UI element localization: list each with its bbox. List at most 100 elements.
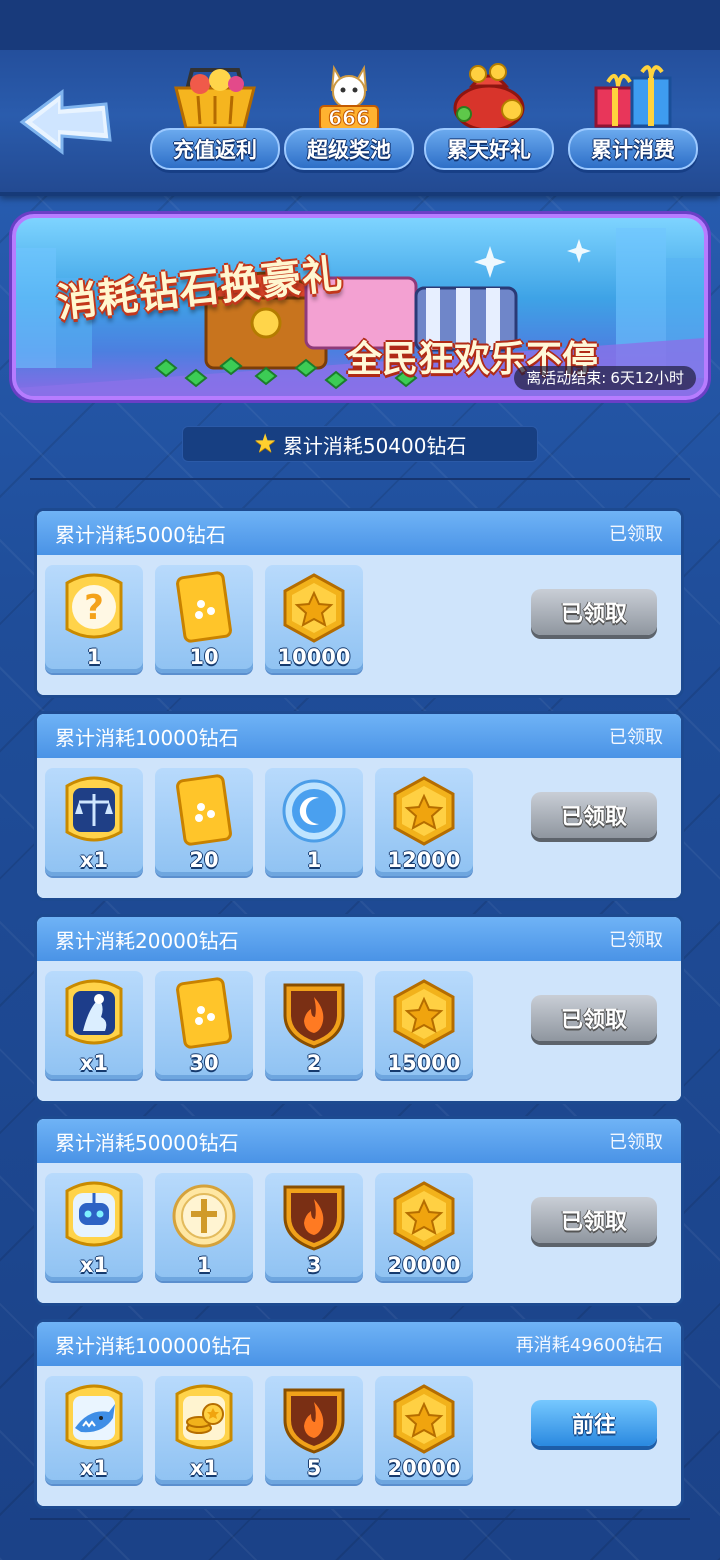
reward-item[interactable]: 20000 [375, 1173, 473, 1281]
claimed-button[interactable]: 已领取 [531, 792, 657, 838]
tier-status: 已领取 [609, 727, 663, 748]
tier-card: 累计消耗5000钻石 已领取? 1 10 10000 已领取 [34, 508, 684, 698]
tier-card: 累计消耗10000钻石 已领取 x1 20 1 12000 已领取 [34, 711, 684, 901]
gold-coin-icon [389, 1179, 459, 1253]
reward-item[interactable]: x1 [45, 1376, 143, 1484]
tier-title: 累计消耗5000钻石 [55, 522, 226, 547]
reward-quantity: x1 [189, 1456, 219, 1480]
coin-stack-badge-icon [169, 1382, 239, 1456]
reward-quantity: 5 [306, 1456, 322, 1480]
reward-item[interactable]: 12000 [375, 768, 473, 876]
reward-quantity: 1 [306, 848, 322, 872]
mystery-question-icon: ? [59, 571, 129, 645]
reward-quantity: 1 [86, 645, 102, 669]
reward-quantity: x1 [79, 1253, 109, 1277]
angel-badge-icon [59, 977, 129, 1051]
tab-label: 超级奖池 [284, 128, 414, 170]
scales-badge-icon [59, 774, 129, 848]
tier-rewards: x1 x1 5 20000 前往 [37, 1366, 681, 1506]
tier-header: 累计消耗20000钻石 已领取 [37, 917, 681, 961]
tier-rewards: x1 20 1 12000 已领取 [37, 758, 681, 898]
cross-medallion-icon [169, 1179, 239, 1253]
reward-item[interactable]: x1 [45, 768, 143, 876]
lucky-cat-jackpot-icon: 666 [319, 64, 379, 131]
reward-item[interactable]: x1 [45, 1173, 143, 1281]
reward-item[interactable]: 2 [265, 971, 363, 1079]
reward-item[interactable]: x1 [45, 971, 143, 1079]
tier-rewards: ? 1 10 10000 已领取 [37, 555, 681, 695]
star-icon: ★ [253, 429, 277, 459]
divider [30, 478, 690, 480]
reward-quantity: 10000 [277, 645, 351, 669]
reward-quantity: 3 [306, 1253, 322, 1277]
reward-item[interactable]: 1 [155, 1173, 253, 1281]
reward-quantity: 10 [189, 645, 219, 669]
robot-badge-icon [59, 1179, 129, 1253]
tab-super-jackpot[interactable]: 666 超级奖池 [284, 60, 414, 178]
tab-cumulative-spend[interactable]: 累计消费 [568, 60, 698, 178]
gift-boxes-icon [594, 65, 672, 128]
reward-item[interactable]: 5 [265, 1376, 363, 1484]
reward-quantity: 20 [189, 848, 219, 872]
tier-header: 累计消耗5000钻石 已领取 [37, 511, 681, 555]
cumulative-total-text: 累计消耗50400钻石 [282, 433, 467, 458]
dice-card-icon [169, 977, 239, 1051]
tier-card: 累计消耗100000钻石 再消耗49600钻石 x1 x1 5 20000 前往 [34, 1319, 684, 1509]
reward-quantity: x1 [79, 1456, 109, 1480]
claimed-button[interactable]: 已领取 [531, 1197, 657, 1243]
fire-shield-icon [279, 1382, 349, 1456]
tier-rewards: x1 1 3 20000 已领取 [37, 1163, 681, 1303]
reward-quantity: 20000 [387, 1253, 461, 1277]
svg-text:?: ? [84, 588, 104, 628]
tier-title: 累计消耗10000钻石 [55, 725, 239, 750]
gold-coin-icon [389, 774, 459, 848]
svg-text:666: 666 [328, 106, 370, 130]
reward-item[interactable]: 3 [265, 1173, 363, 1281]
tier-header: 累计消耗50000钻石 已领取 [37, 1119, 681, 1163]
tier-status: 再消耗49600钻石 [515, 1335, 663, 1356]
reward-item[interactable]: 10000 [265, 565, 363, 673]
tier-card: 累计消耗20000钻石 已领取 x1 30 2 15000 已领取 [34, 914, 684, 1104]
shark-badge-icon [59, 1382, 129, 1456]
cumulative-total: ★ 累计消耗50400钻石 [182, 426, 538, 462]
gold-coin-icon [389, 1382, 459, 1456]
go-button[interactable]: 前往 [531, 1400, 657, 1446]
money-bag-icon [453, 63, 525, 132]
tier-title: 累计消耗50000钻石 [55, 1130, 239, 1155]
reward-item[interactable]: 1 [265, 768, 363, 876]
tab-label: 累计消费 [568, 128, 698, 170]
tab-daily-gifts[interactable]: 累天好礼 [424, 60, 554, 178]
fire-shield-icon [279, 1179, 349, 1253]
reward-quantity: 20000 [387, 1456, 461, 1480]
reward-item[interactable]: 10 [155, 565, 253, 673]
reward-item[interactable]: x1 [155, 1376, 253, 1484]
top-nav-bar: 充值返利 666 超级奖池 累天好礼 累计消费 [0, 0, 720, 196]
tier-rewards: x1 30 2 15000 已领取 [37, 961, 681, 1101]
countdown-label: 离活动结束: [526, 369, 607, 387]
dice-card-icon [169, 774, 239, 848]
tier-status: 已领取 [609, 930, 663, 951]
event-countdown: 离活动结束: 6天12小时 [514, 366, 696, 390]
reward-item[interactable]: 20 [155, 768, 253, 876]
reward-item[interactable]: ? 1 [45, 565, 143, 673]
tier-header: 累计消耗10000钻石 已领取 [37, 714, 681, 758]
tier-card: 累计消耗50000钻石 已领取 x1 1 3 20000 已领取 [34, 1116, 684, 1306]
reward-quantity: 15000 [387, 1051, 461, 1075]
moon-orb-icon [279, 774, 349, 848]
tab-label: 累天好礼 [424, 128, 554, 170]
tier-title: 累计消耗100000钻石 [55, 1333, 252, 1358]
tab-recharge-rebate[interactable]: 充值返利 [150, 60, 280, 178]
tier-header: 累计消耗100000钻石 再消耗49600钻石 [37, 1322, 681, 1366]
reward-quantity: x1 [79, 848, 109, 872]
back-arrow-icon[interactable] [18, 86, 114, 156]
claimed-button[interactable]: 已领取 [531, 589, 657, 635]
reward-item[interactable]: 15000 [375, 971, 473, 1079]
gold-coin-icon [389, 977, 459, 1051]
fire-shield-icon [279, 977, 349, 1051]
tier-status: 已领取 [609, 524, 663, 545]
event-banner: 消耗钻石换豪礼 全民狂欢乐不停 离活动结束: 6天12小时 [12, 214, 708, 400]
reward-item[interactable]: 20000 [375, 1376, 473, 1484]
reward-item[interactable]: 30 [155, 971, 253, 1079]
reward-quantity: 30 [189, 1051, 219, 1075]
claimed-button[interactable]: 已领取 [531, 995, 657, 1041]
